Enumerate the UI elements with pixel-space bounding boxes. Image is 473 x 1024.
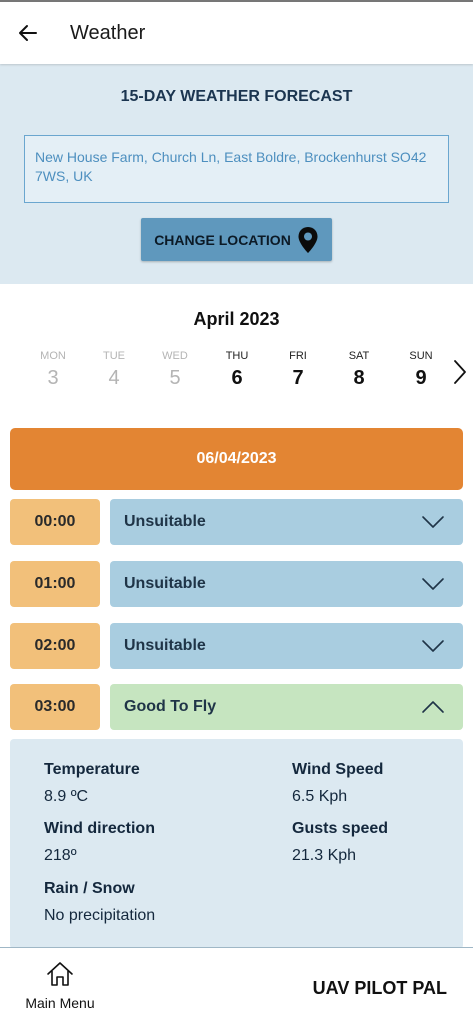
wind-speed-value: 6.5 Kph: [292, 788, 348, 805]
hour-detail-panel: Temperature 8.9 ºC Wind direction 218º R…: [10, 739, 463, 949]
bottom-bar: Main Menu UAV PILOT PAL: [0, 947, 473, 1024]
rain-value: No precipitation: [44, 907, 156, 924]
main-menu-label: Main Menu: [25, 995, 95, 1011]
day-wed[interactable]: WED 5: [145, 350, 205, 390]
day-number: 4: [108, 367, 120, 389]
day-name: SAT: [348, 350, 370, 362]
change-location-label: CHANGE LOCATION: [154, 231, 291, 248]
day-name: WED: [162, 350, 188, 362]
forecast-heading: 15-DAY WEATHER FORECAST: [120, 88, 353, 105]
hour-status-toggle[interactable]: Unsuitable: [110, 623, 463, 669]
chevron-down-icon: [421, 512, 445, 532]
month-title: April 2023: [193, 309, 280, 329]
hour-status-label: Unsuitable: [124, 637, 206, 654]
hour-row: 01:00 Unsuitable: [10, 561, 463, 607]
arrow-left-icon: [19, 25, 37, 41]
day-number: 9: [415, 367, 427, 389]
temperature-value: 8.9 ºC: [44, 788, 89, 805]
chevron-right-icon: [454, 360, 466, 384]
wind-speed-label: Wind Speed: [292, 761, 384, 778]
hour-row: 00:00 Unsuitable: [10, 499, 463, 545]
back-button[interactable]: [0, 2, 56, 64]
day-name: FRI: [289, 350, 307, 362]
wind-direction-value: 218º: [44, 847, 77, 864]
day-number: 7: [292, 367, 304, 389]
day-sun[interactable]: SUN 9: [391, 350, 451, 390]
selected-date-bar: 06/04/2023: [10, 428, 463, 490]
gusts-label: Gusts speed: [292, 820, 389, 837]
wind-direction-label: Wind direction: [44, 820, 155, 837]
day-tue[interactable]: TUE 4: [84, 350, 144, 390]
hour-status-toggle[interactable]: Unsuitable: [110, 499, 463, 545]
day-name: MON: [40, 350, 66, 362]
hour-status-label: Unsuitable: [124, 575, 206, 592]
day-name: THU: [225, 350, 249, 362]
day-number: 3: [47, 367, 59, 389]
day-thu[interactable]: THU 6: [207, 350, 267, 390]
hour-row: 02:00 Unsuitable: [10, 623, 463, 669]
home-icon: [47, 962, 73, 986]
hour-time: 03:00: [10, 684, 100, 730]
day-name: SUN: [409, 350, 433, 362]
day-number: 5: [169, 367, 181, 389]
temperature-label: Temperature: [44, 761, 140, 778]
hour-time: 02:00: [10, 623, 100, 669]
gusts-value: 21.3 Kph: [292, 847, 357, 864]
hour-status-toggle[interactable]: Good To Fly: [110, 684, 463, 730]
chevron-up-icon: [421, 697, 445, 717]
day-fri[interactable]: FRI 7: [268, 350, 328, 390]
day-number: 6: [231, 367, 243, 389]
day-mon[interactable]: MON 3: [23, 350, 83, 390]
day-name: TUE: [103, 350, 125, 362]
change-location-button[interactable]: CHANGE LOCATION: [141, 218, 332, 261]
day-sat[interactable]: SAT 8: [329, 350, 389, 390]
hour-status-toggle[interactable]: Unsuitable: [110, 561, 463, 607]
map-pin-icon: [297, 226, 319, 254]
chevron-down-icon: [421, 636, 445, 656]
hour-time: 01:00: [10, 561, 100, 607]
hour-time: 00:00: [10, 499, 100, 545]
page-title: Weather: [70, 21, 146, 44]
brand-name: UAV PILOT PAL: [312, 978, 447, 998]
chevron-down-icon: [421, 574, 445, 594]
location-field[interactable]: New House Farm, Church Ln, East Boldre, …: [24, 135, 449, 203]
rain-label: Rain / Snow: [44, 880, 135, 897]
day-number: 8: [353, 367, 365, 389]
forecast-panel: 15-DAY WEATHER FORECAST New House Farm, …: [0, 64, 473, 284]
hour-status-label: Unsuitable: [124, 513, 206, 530]
app-bar: Weather: [0, 2, 473, 64]
hour-row: 03:00 Good To Fly: [10, 684, 463, 730]
next-days-button[interactable]: [448, 357, 472, 387]
main-menu-button[interactable]: Main Menu: [16, 960, 104, 1020]
day-selector: MON 3 TUE 4 WED 5 THU 6 FRI 7 SAT 8 SUN …: [0, 350, 473, 400]
hour-status-label: Good To Fly: [124, 698, 217, 715]
